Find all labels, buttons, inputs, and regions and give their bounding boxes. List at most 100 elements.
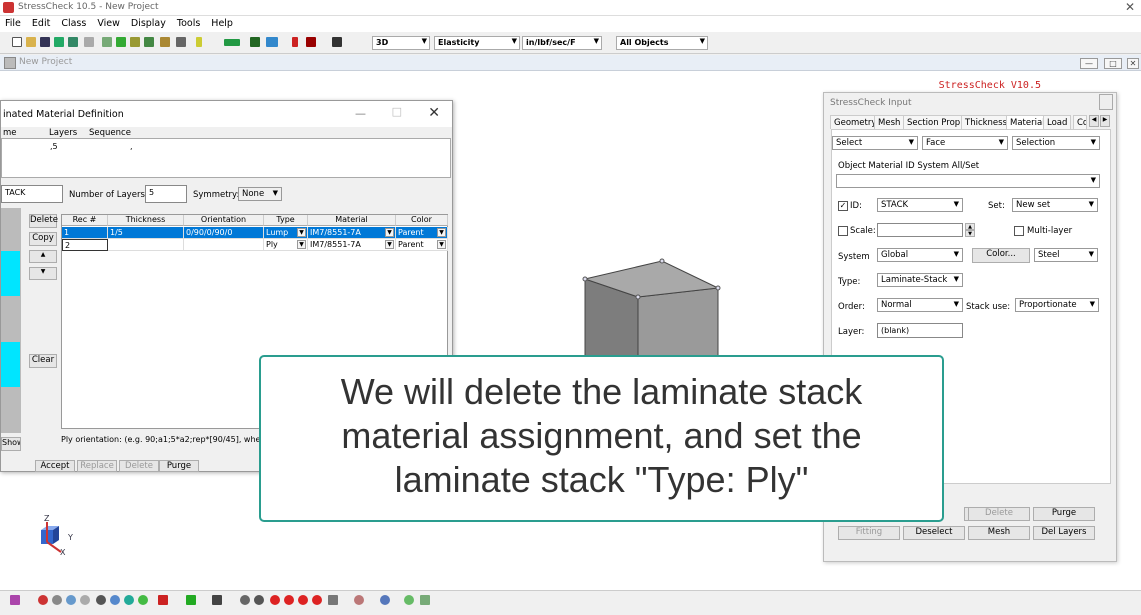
scale-checkbox[interactable] xyxy=(838,226,848,236)
purge-button[interactable]: Purge xyxy=(159,460,199,472)
spin-icon[interactable] xyxy=(80,595,90,605)
grid-cell-material[interactable]: IM7/8551-7A ▼ xyxy=(308,227,396,239)
window-close-button[interactable]: ✕ xyxy=(1125,0,1135,14)
grid-header-rec[interactable]: Rec # xyxy=(62,215,108,226)
layout-icon[interactable] xyxy=(420,595,430,605)
order-select[interactable]: Normal ▼ xyxy=(877,298,963,312)
grid-cell-thickness[interactable] xyxy=(108,239,184,251)
copy-row-button[interactable]: Copy xyxy=(29,232,57,246)
id-checkbox[interactable]: ✓ xyxy=(838,201,848,211)
axis-icon[interactable] xyxy=(10,595,20,605)
analysis-select[interactable]: Elasticity ▼ xyxy=(434,36,520,50)
grid-cell-type[interactable]: Lump ▼ xyxy=(264,227,308,239)
zoom-in-icon[interactable] xyxy=(138,595,148,605)
mesh-toggle-icon[interactable] xyxy=(354,595,364,605)
layer-input[interactable]: (blank) xyxy=(877,323,963,338)
grid-header-type[interactable]: Type xyxy=(264,215,308,226)
action-select[interactable]: Select ▼ xyxy=(832,136,918,150)
clear-button[interactable]: Clear xyxy=(29,354,57,368)
grid-cell-orientation[interactable] xyxy=(184,239,264,251)
menu-help[interactable]: Help xyxy=(206,16,239,29)
tab-section-prop[interactable]: Section Prop. xyxy=(903,115,967,129)
tool-icon-4[interactable] xyxy=(144,37,154,47)
stop-icon-1[interactable] xyxy=(270,595,280,605)
grid-cell-rec[interactable]: 1 xyxy=(62,227,108,239)
tab-co[interactable]: Co xyxy=(1073,115,1087,129)
tab-thickness[interactable]: Thickness xyxy=(961,115,1012,129)
color-button[interactable]: Color... xyxy=(972,248,1030,263)
move-down-button[interactable]: ▼ xyxy=(29,267,57,280)
menu-edit[interactable]: Edit xyxy=(27,16,56,29)
orbit-icon[interactable] xyxy=(52,595,62,605)
laminate-name-input[interactable]: TACK xyxy=(1,185,63,203)
filter-select[interactable]: All Objects ▼ xyxy=(616,36,708,50)
delete-button[interactable]: Delete xyxy=(119,460,159,472)
symmetry-select[interactable]: None ▼ xyxy=(238,187,282,201)
redo-icon[interactable] xyxy=(254,595,264,605)
hand-icon[interactable] xyxy=(158,595,168,605)
multi-layer-checkbox[interactable] xyxy=(1014,226,1024,236)
formula-icon[interactable] xyxy=(176,37,186,47)
open-folder-icon[interactable] xyxy=(26,37,36,47)
grid-header-orientation[interactable]: Orientation xyxy=(184,215,264,226)
grid-header-material[interactable]: Material xyxy=(308,215,396,226)
doc-close-button[interactable]: ✕ xyxy=(1127,58,1139,69)
menu-view[interactable]: View xyxy=(92,16,126,29)
entity-select[interactable]: Face ▼ xyxy=(922,136,1008,150)
display-icon[interactable] xyxy=(224,39,240,46)
minimize-button[interactable]: — xyxy=(355,107,366,120)
rotate-icon[interactable] xyxy=(66,595,76,605)
stop-icon-2[interactable] xyxy=(284,595,294,605)
loads-icon[interactable] xyxy=(306,37,316,47)
tool-icon-1[interactable] xyxy=(102,37,112,47)
tool-icon-5[interactable] xyxy=(160,37,170,47)
method-select[interactable]: Selection ▼ xyxy=(1012,136,1100,150)
record-icon[interactable] xyxy=(38,595,48,605)
save-icon[interactable] xyxy=(40,37,50,47)
grid-header-thickness[interactable]: Thickness xyxy=(108,215,184,226)
deselect-button[interactable]: Deselect xyxy=(903,526,965,540)
new-file-icon[interactable] xyxy=(12,37,22,47)
tab-geometry[interactable]: Geometry xyxy=(830,115,881,129)
panel-close-button[interactable] xyxy=(1099,94,1113,110)
save-as-icon[interactable] xyxy=(54,37,64,47)
fit-icon[interactable] xyxy=(124,595,134,605)
scale-down-icon[interactable]: ▼ xyxy=(965,230,975,237)
num-layers-input[interactable]: 5 xyxy=(145,185,187,203)
show-button[interactable]: Show xyxy=(1,437,21,451)
doc-minimize-button[interactable]: — xyxy=(1080,58,1098,69)
stop-icon-3[interactable] xyxy=(298,595,308,605)
replace-button[interactable]: Replace xyxy=(77,460,117,472)
p-icon[interactable] xyxy=(292,37,298,47)
stop-icon-4[interactable] xyxy=(312,595,322,605)
laminate-list[interactable]: ,5 , xyxy=(1,138,451,178)
stack-use-select[interactable]: Proportionate ▼ xyxy=(1015,298,1099,312)
hint-icon[interactable] xyxy=(196,37,202,47)
panel-delete-button[interactable]: Delete xyxy=(968,507,1030,521)
export-icon[interactable] xyxy=(68,37,78,47)
accept-button[interactable]: Accept xyxy=(35,460,75,472)
filter-icon[interactable] xyxy=(328,595,338,605)
panel-mesh-button[interactable]: Mesh xyxy=(968,526,1030,540)
mesh-icon[interactable] xyxy=(250,37,260,47)
grid-cell-type[interactable]: Ply ▼ xyxy=(264,239,308,251)
pan-icon[interactable] xyxy=(96,595,106,605)
panel-purge-button[interactable]: Purge xyxy=(1033,507,1095,521)
tab-mesh[interactable]: Mesh xyxy=(874,115,905,129)
scale-up-icon[interactable]: ▲ xyxy=(965,223,975,230)
del-layers-button[interactable]: Del Layers xyxy=(1033,526,1095,540)
cube-model[interactable] xyxy=(580,255,730,365)
tab-load[interactable]: Load xyxy=(1043,115,1072,129)
grid-cell-orientation[interactable]: 0/90/0/90/0 xyxy=(184,227,264,239)
doc-restore-button[interactable]: □ xyxy=(1104,58,1122,69)
camera-icon[interactable] xyxy=(332,37,342,47)
tool-icon-3[interactable] xyxy=(130,37,140,47)
set-select[interactable]: New set ▼ xyxy=(1012,198,1098,212)
menu-display[interactable]: Display xyxy=(126,16,172,29)
zoom-icon[interactable] xyxy=(110,595,120,605)
id-select[interactable]: STACK ▼ xyxy=(877,198,963,212)
menu-class[interactable]: Class xyxy=(56,16,92,29)
color-select[interactable]: Steel ▼ xyxy=(1034,248,1098,262)
grid-cell-material[interactable]: IM7/8551-7A ▼ xyxy=(308,239,396,251)
grid-cell-thickness[interactable]: 1/5 xyxy=(108,227,184,239)
